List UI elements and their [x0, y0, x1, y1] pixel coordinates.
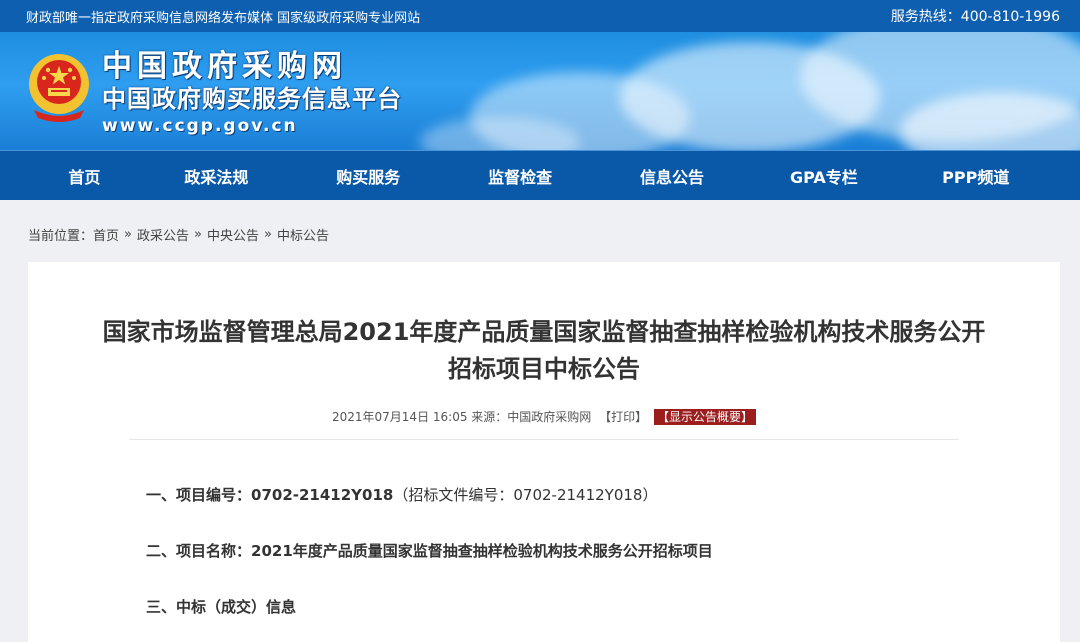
site-name: 中国政府采购网 [102, 49, 347, 84]
project-name: 2021年度产品质量国家监督抽查抽样检验机构技术服务公开招标项目 [251, 542, 713, 560]
print-button[interactable]: 【打印】 [599, 410, 647, 424]
breadcrumb-item-home[interactable]: 首页 [93, 225, 119, 244]
nav-item-ppp[interactable]: PPP频道 [872, 164, 1080, 188]
site-logo[interactable]: 中国政府采购网 中国政府购买服务信息平台 www.ccgp.gov.cn [26, 50, 402, 138]
meta-divider [129, 439, 959, 440]
show-summary-button[interactable]: 【显示公告概要】 [653, 409, 756, 425]
nav-item-regulations[interactable]: 政采法规 [169, 164, 264, 188]
section-label: 一、项目编号： [146, 486, 252, 504]
top-info-bar: 财政部唯一指定政府采购信息网络发布媒体 国家级政府采购专业网站 服务热线：400… [0, 0, 1080, 32]
service-hotline: 服务热线：400-810-1996 [890, 9, 1060, 25]
tender-doc-number: （招标文件编号：0702-21412Y018） [393, 486, 658, 504]
nav-item-purchase-service[interactable]: 购买服务 [264, 164, 472, 188]
breadcrumb-prefix: 当前位置： [28, 228, 94, 244]
nav-item-supervision[interactable]: 监督检查 [473, 164, 568, 188]
nav-item-home[interactable]: 首页 [0, 164, 169, 188]
breadcrumb-item-gov-announcements[interactable]: 政采公告 [137, 225, 189, 244]
article-title-line2: 招标项目中标公告 [448, 355, 640, 383]
article-source: 来源：中国政府采购网 [471, 410, 592, 424]
section-award-info: 三、中标（成交）信息 [146, 596, 296, 617]
breadcrumb-separator: » [194, 226, 202, 242]
breadcrumb: 当前位置： 首页 » 政采公告 » 中央公告 » 中标公告 [0, 206, 1080, 262]
section-label: 三、中标（成交）信息 [146, 598, 297, 616]
breadcrumb-item-award-announcements[interactable]: 中标公告 [277, 225, 329, 244]
article-panel: 国家市场监督管理总局2021年度产品质量国家监督抽查抽样检验机构技术服务公开 招… [28, 262, 1060, 642]
article-meta: 2021年07月14日 16:05 来源：中国政府采购网 【打印】 【显示公告概… [28, 408, 1060, 425]
project-number: 0702-21412Y018 [251, 486, 394, 504]
breadcrumb-separator: » [264, 226, 272, 242]
platform-name: 中国政府购买服务信息平台 [102, 85, 402, 113]
breadcrumb-item-central-announcements[interactable]: 中央公告 [207, 225, 259, 244]
article-title-line1: 国家市场监督管理总局2021年度产品质量国家监督抽查抽样检验机构技术服务公开 [102, 318, 986, 346]
section-project-number: 一、项目编号：0702-21412Y018（招标文件编号：0702-21412Y… [146, 484, 657, 505]
section-project-name: 二、项目名称：2021年度产品质量国家监督抽查抽样检验机构技术服务公开招标项目 [146, 540, 713, 561]
section-label: 二、项目名称： [146, 542, 252, 560]
main-nav: 首页 政采法规 购买服务 监督检查 信息公告 GPA专栏 PPP频道 [0, 150, 1080, 200]
breadcrumb-separator: » [124, 226, 132, 242]
nav-item-gpa[interactable]: GPA专栏 [776, 164, 871, 188]
site-slogan: 财政部唯一指定政府采购信息网络发布媒体 国家级政府采购专业网站 [26, 10, 421, 26]
article-datetime: 2021年07月14日 16:05 [331, 410, 468, 424]
article-title: 国家市场监督管理总局2021年度产品质量国家监督抽查抽样检验机构技术服务公开 招… [28, 314, 1060, 388]
site-banner: 中国政府采购网 中国政府购买服务信息平台 www.ccgp.gov.cn [0, 32, 1080, 150]
nav-item-announcements[interactable]: 信息公告 [568, 164, 776, 188]
national-emblem-icon [29, 54, 89, 122]
site-url: www.ccgp.gov.cn [102, 116, 298, 136]
